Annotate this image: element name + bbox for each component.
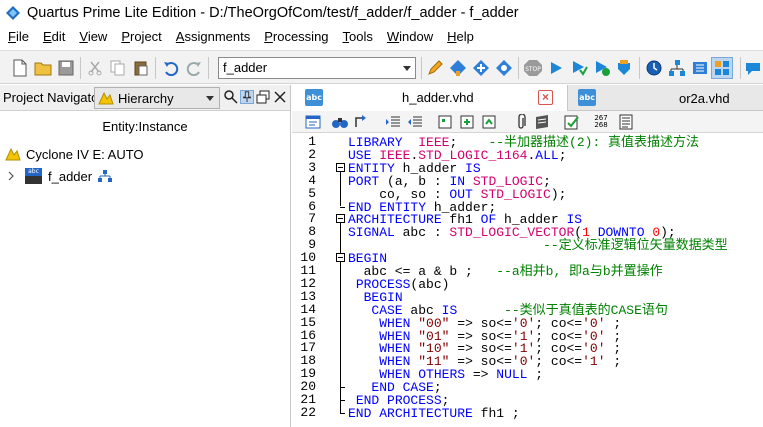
tab-or2a[interactable]: abc or2a.vhd bbox=[568, 85, 763, 111]
cyclone-device-icon bbox=[98, 91, 114, 105]
view-select-value: Hierarchy bbox=[118, 90, 174, 106]
save-icon[interactable] bbox=[57, 59, 75, 77]
top-level-hierarchy-icon bbox=[98, 170, 113, 182]
chat-icon[interactable] bbox=[745, 59, 761, 77]
top-entity-label: f_adder bbox=[48, 168, 93, 184]
close-icon[interactable]: × bbox=[538, 90, 553, 105]
project-navigator-panel: Project Navigator Hierarchy Entity:Insta… bbox=[0, 85, 291, 427]
revision-select-value: f_adder bbox=[223, 60, 268, 75]
title-bar: Quartus Prime Lite Edition - D:/TheOrgOf… bbox=[0, 0, 763, 26]
new-file-icon[interactable] bbox=[11, 59, 29, 77]
find-next-icon[interactable] bbox=[353, 114, 369, 130]
remove-bookmark-icon[interactable] bbox=[481, 114, 497, 130]
toggle-bookmark-icon[interactable] bbox=[459, 114, 475, 130]
stop-icon[interactable]: STOP bbox=[523, 59, 543, 77]
vhdl-file-icon: abc bbox=[578, 89, 596, 106]
fitter-icon[interactable] bbox=[593, 59, 611, 77]
copy-icon[interactable] bbox=[109, 59, 127, 77]
open-folder-icon[interactable] bbox=[34, 59, 52, 77]
editor-tab-bar: abc h_adder.vhd × abc or2a.vhd bbox=[292, 85, 763, 111]
redo-icon[interactable] bbox=[185, 59, 203, 77]
syntax-check-icon[interactable] bbox=[564, 114, 580, 130]
menu-project[interactable]: Project bbox=[114, 29, 168, 44]
code-line: END ARCHITECTURE fh1 ; bbox=[348, 405, 520, 421]
timing-analyzer-icon[interactable] bbox=[645, 59, 663, 77]
close-icon[interactable] bbox=[273, 90, 287, 104]
code-editor[interactable]: 1 2 3 4 5 6 7 8 9 10 11 12 13 14 15 16 17 18 19 20 21 22 LIBR… bbox=[292, 133, 763, 427]
menu-tools[interactable]: Tools bbox=[336, 29, 380, 44]
fold-toggle[interactable] bbox=[336, 253, 345, 263]
chevron-down-icon bbox=[403, 66, 411, 71]
stop-icon-label: STOP bbox=[525, 66, 541, 73]
code-line: --定义标准逻辑位矢量数据类型 bbox=[543, 238, 728, 254]
tab-h-adder[interactable]: abc h_adder.vhd × bbox=[292, 85, 568, 111]
main-toolbar: f_adder STOP bbox=[0, 50, 763, 84]
fold-toggle[interactable] bbox=[336, 214, 345, 224]
cut-icon[interactable] bbox=[86, 59, 104, 77]
quartus-logo-icon bbox=[6, 6, 20, 20]
vhdl-file-icon: abc bbox=[305, 89, 323, 106]
revision-select[interactable]: f_adder bbox=[218, 57, 416, 79]
entity-icon-text: abc bbox=[25, 168, 42, 176]
device-label: Cyclone IV E: AUTO bbox=[26, 146, 144, 162]
paste-icon[interactable] bbox=[132, 59, 150, 77]
menu-window[interactable]: Window bbox=[380, 29, 440, 44]
vhdl-entity-icon: abc bbox=[25, 168, 42, 184]
menu-help[interactable]: Help bbox=[440, 29, 481, 44]
pin-panel-icon[interactable] bbox=[240, 90, 254, 104]
find-binoculars-icon[interactable] bbox=[332, 114, 348, 130]
programmer-icon[interactable] bbox=[616, 59, 634, 77]
tab-h-adder-label: h_adder.vhd bbox=[402, 90, 474, 105]
panel-toggle-icon[interactable] bbox=[305, 114, 321, 130]
start-compilation-icon[interactable] bbox=[547, 59, 565, 77]
ip-catalog-icon[interactable] bbox=[711, 57, 733, 79]
find-icon[interactable] bbox=[224, 90, 238, 104]
editor-toolbar: 267 268 bbox=[292, 111, 763, 133]
netlist-viewer-icon[interactable] bbox=[691, 59, 709, 77]
float-panel-icon[interactable] bbox=[256, 90, 270, 104]
menu-edit[interactable]: Edit bbox=[36, 29, 72, 44]
chevron-right-icon[interactable] bbox=[6, 171, 16, 181]
project-navigator-header: Project Navigator Hierarchy bbox=[0, 85, 290, 111]
analysis-synthesis-icon[interactable] bbox=[570, 59, 588, 77]
fold-toggle[interactable] bbox=[336, 162, 345, 172]
device-row[interactable]: Cyclone IV E: AUTO bbox=[5, 144, 144, 164]
attach-icon[interactable] bbox=[513, 114, 529, 130]
hierarchy-column-header: Entity:Instance bbox=[102, 119, 188, 134]
menu-processing[interactable]: Processing bbox=[257, 29, 335, 44]
line-number: 22 bbox=[300, 404, 316, 420]
go-to-line-icon[interactable]: 267 268 bbox=[592, 114, 610, 130]
undo-icon[interactable] bbox=[162, 59, 180, 77]
pin-planner-pencil-icon[interactable] bbox=[426, 59, 444, 77]
rtl-viewer-icon[interactable] bbox=[668, 59, 686, 77]
menu-file[interactable]: File bbox=[0, 29, 36, 44]
tab-or2a-label: or2a.vhd bbox=[679, 91, 730, 106]
view-select[interactable]: Hierarchy bbox=[94, 87, 220, 109]
menu-assignments[interactable]: Assignments bbox=[169, 29, 257, 44]
insert-template-icon[interactable] bbox=[437, 114, 453, 130]
window-title: Quartus Prime Lite Edition - D:/TheOrgOf… bbox=[27, 5, 519, 21]
cyclone-device-icon bbox=[5, 147, 21, 161]
settings-icon[interactable] bbox=[495, 59, 513, 77]
comment-block-icon[interactable] bbox=[534, 114, 550, 130]
menu-bar: File Edit View Project Assignments Processing… bbox=[0, 26, 763, 47]
chip-planner-icon[interactable] bbox=[472, 59, 490, 77]
menu-view[interactable]: View bbox=[72, 29, 114, 44]
indent-icon[interactable] bbox=[385, 114, 401, 130]
top-entity-row[interactable]: abc f_adder bbox=[6, 166, 113, 186]
assembler-icon[interactable] bbox=[449, 59, 467, 77]
project-navigator-title: Project Navigator bbox=[3, 90, 103, 105]
chevron-down-icon bbox=[206, 96, 214, 101]
document-icon[interactable] bbox=[618, 114, 634, 130]
unindent-icon[interactable] bbox=[407, 114, 423, 130]
line-number-gutter: 1 2 3 4 5 6 7 8 9 10 11 12 13 14 15 16 17 18 19 20 21 22 bbox=[292, 133, 316, 427]
